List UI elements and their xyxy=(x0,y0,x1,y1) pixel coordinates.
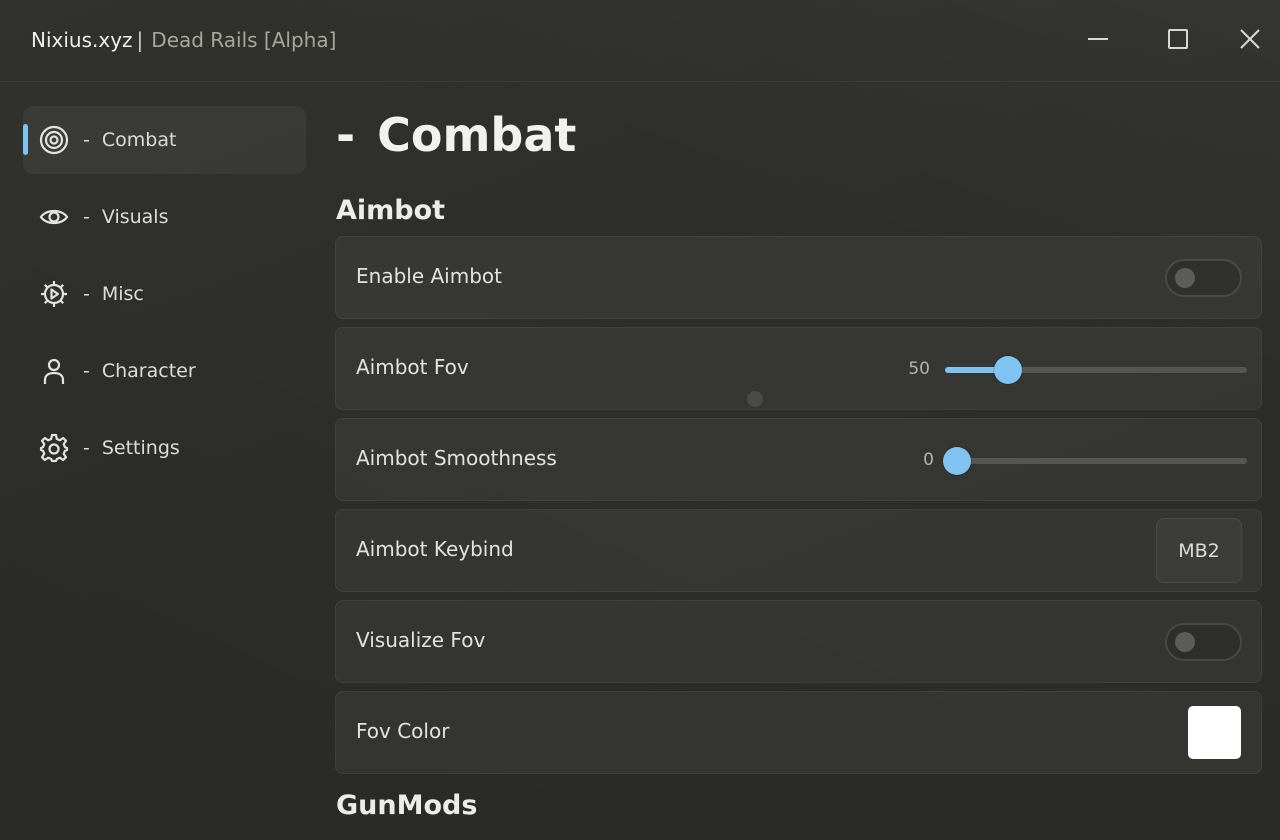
visualize-fov-row: Visualize Fov xyxy=(335,600,1262,683)
row-label: Fov Color xyxy=(356,719,450,743)
sidebar: - Combat - Visuals - Misc - Character - … xyxy=(23,106,306,491)
aimbot-fov-row: Aimbot Fov 50 xyxy=(335,327,1262,410)
close-button[interactable] xyxy=(1235,24,1265,54)
row-label: Aimbot Keybind xyxy=(356,537,514,561)
slider-value: 50 xyxy=(908,359,930,379)
active-indicator xyxy=(23,124,28,155)
slider-track[interactable] xyxy=(945,367,1247,373)
aimbot-fov-slider[interactable]: 50 xyxy=(881,328,1247,411)
sidebar-item-character[interactable]: - Character xyxy=(23,337,306,405)
user-icon xyxy=(39,356,69,386)
eye-icon xyxy=(39,202,69,232)
sidebar-item-label: - Misc xyxy=(83,283,144,305)
window-brand: Nixius.xyz xyxy=(31,28,133,52)
fov-color-swatch[interactable] xyxy=(1188,706,1241,759)
toggle-knob xyxy=(1175,268,1195,288)
sidebar-item-settings[interactable]: - Settings xyxy=(23,414,306,482)
row-label: Enable Aimbot xyxy=(356,264,502,288)
sidebar-item-label: - Combat xyxy=(83,129,177,151)
sidebar-item-misc[interactable]: - Misc xyxy=(23,260,306,328)
toggle-knob xyxy=(1175,632,1195,652)
keybind-button[interactable]: MB2 xyxy=(1156,518,1242,583)
minimize-icon xyxy=(1088,38,1108,40)
window-subtitle: Dead Rails [Alpha] xyxy=(151,28,337,52)
slider-thumb[interactable] xyxy=(994,356,1023,384)
section-title-gunmods: GunMods xyxy=(336,790,478,821)
settings-icon xyxy=(39,433,69,463)
page-title: - Combat xyxy=(336,108,577,162)
sidebar-item-combat[interactable]: - Combat xyxy=(23,106,306,174)
title-separator: | xyxy=(136,28,144,52)
row-label: Aimbot Fov xyxy=(356,355,469,379)
maximize-button[interactable] xyxy=(1163,24,1193,54)
fov-color-row: Fov Color xyxy=(335,691,1262,774)
minimize-button[interactable] xyxy=(1083,24,1113,54)
sidebar-item-visuals[interactable]: - Visuals xyxy=(23,183,306,251)
maximize-icon xyxy=(1168,29,1188,49)
target-icon xyxy=(39,125,69,155)
window-title: Nixius.xyz | Dead Rails [Alpha] xyxy=(31,28,336,52)
background-dot xyxy=(747,391,763,407)
aimbot-smoothness-row: Aimbot Smoothness 0 xyxy=(335,418,1262,501)
enable-aimbot-row: Enable Aimbot xyxy=(335,236,1262,319)
visualize-fov-toggle[interactable] xyxy=(1165,623,1242,661)
sidebar-item-label: - Settings xyxy=(83,437,180,459)
sidebar-item-label: - Visuals xyxy=(83,206,169,228)
gear-cog-icon xyxy=(39,279,69,309)
row-label: Aimbot Smoothness xyxy=(356,446,557,470)
slider-value: 0 xyxy=(923,450,934,470)
sidebar-item-label: - Character xyxy=(83,360,196,382)
aimbot-smoothness-slider[interactable]: 0 xyxy=(881,419,1247,502)
app-window: Nixius.xyz| Dead Rails [Alpha] -Combat xyxy=(0,0,1280,840)
close-icon xyxy=(1240,29,1260,49)
row-label: Visualize Fov xyxy=(356,628,486,652)
aimbot-keybind-row: Aimbot Keybind MB2 xyxy=(335,509,1262,592)
title-bar[interactable]: Nixius.xyz | Dead Rails [Alpha] xyxy=(0,0,1280,82)
slider-thumb[interactable] xyxy=(943,447,971,475)
enable-aimbot-toggle[interactable] xyxy=(1165,259,1242,297)
section-title-aimbot: Aimbot xyxy=(336,195,446,226)
slider-track[interactable] xyxy=(945,458,1247,464)
